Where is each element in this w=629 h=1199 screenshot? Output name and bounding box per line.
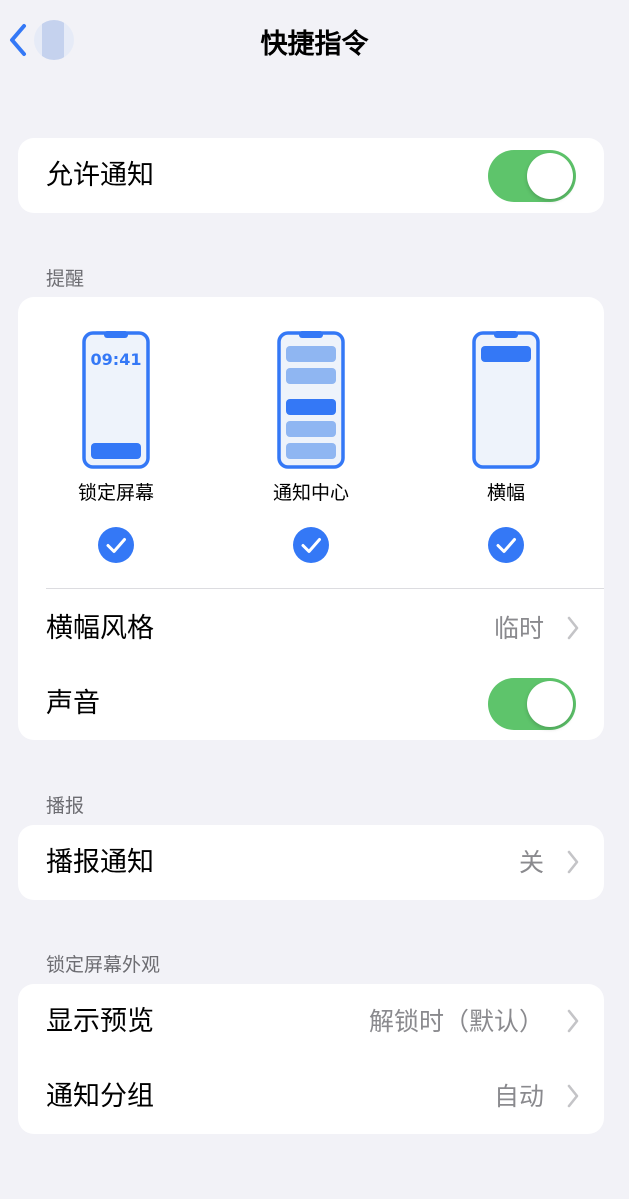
notification-grouping-label: 通知分组 — [46, 1081, 154, 1112]
notification-center-phone-icon — [277, 331, 345, 469]
notification-grouping-row[interactable]: 通知分组 自动 — [18, 1059, 604, 1134]
toggle-knob — [527, 681, 573, 727]
section-title-lock-screen-appearance: 锁定屏幕外观 — [46, 954, 161, 976]
sounds-label: 声音 — [46, 688, 100, 719]
chevron-right-icon — [567, 616, 579, 640]
lock-screen-appearance-card: 显示预览 解锁时（默认） 通知分组 自动 — [18, 984, 604, 1134]
sounds-toggle[interactable] — [488, 678, 576, 730]
chevron-right-icon — [567, 1084, 579, 1108]
show-previews-label: 显示预览 — [46, 1006, 154, 1037]
alert-option-banners[interactable]: 横幅 — [436, 331, 576, 567]
lock-screen-phone-icon: 09:41 — [82, 331, 150, 469]
alert-option-label: 通知中心 — [272, 482, 349, 504]
checkmark-icon[interactable] — [293, 527, 329, 563]
page-title: 快捷指令 — [260, 29, 369, 60]
checkmark-icon[interactable] — [488, 527, 524, 563]
alert-option-lock-screen[interactable]: 09:41 锁定屏幕 — [46, 331, 186, 567]
sounds-row: 声音 — [18, 666, 604, 740]
banner-phone-icon — [472, 331, 540, 469]
allow-notifications-label: 允许通知 — [46, 160, 154, 191]
notification-grouping-value: 自动 — [493, 1082, 544, 1111]
checkmark-icon[interactable] — [98, 527, 134, 563]
banner-style-label: 横幅风格 — [46, 613, 154, 644]
alert-option-notification-center[interactable]: 通知中心 — [241, 331, 381, 567]
divider — [46, 588, 604, 589]
chevron-right-icon — [567, 850, 579, 874]
navigation-bar: 快捷指令 — [0, 0, 629, 80]
banner-style-row[interactable]: 横幅风格 临时 — [18, 591, 604, 666]
section-title-alerts: 提醒 — [46, 268, 85, 290]
announce-notifications-row[interactable]: 播报通知 关 — [18, 825, 604, 900]
chevron-right-icon — [567, 1009, 579, 1033]
alert-option-label: 横幅 — [486, 482, 525, 504]
banner-style-value: 临时 — [493, 614, 544, 643]
announce-notifications-label: 播报通知 — [46, 847, 154, 878]
toggle-knob — [527, 153, 573, 199]
allow-notifications-toggle[interactable] — [488, 150, 576, 202]
allow-notifications-card: 允许通知 — [18, 138, 604, 213]
alert-option-label: 锁定屏幕 — [77, 482, 154, 504]
announce-notifications-value: 关 — [518, 848, 544, 877]
lock-screen-time: 09:41 — [91, 350, 142, 369]
announce-card: 播报通知 关 — [18, 825, 604, 900]
section-title-announce: 播报 — [46, 795, 85, 817]
allow-notifications-row: 允许通知 — [18, 138, 604, 213]
show-previews-value: 解锁时（默认） — [368, 1007, 544, 1036]
alerts-card: 09:41 锁定屏幕 通知中心 横幅 横幅风格 临时 声音 — [18, 297, 604, 740]
show-previews-row[interactable]: 显示预览 解锁时（默认） — [18, 984, 604, 1059]
